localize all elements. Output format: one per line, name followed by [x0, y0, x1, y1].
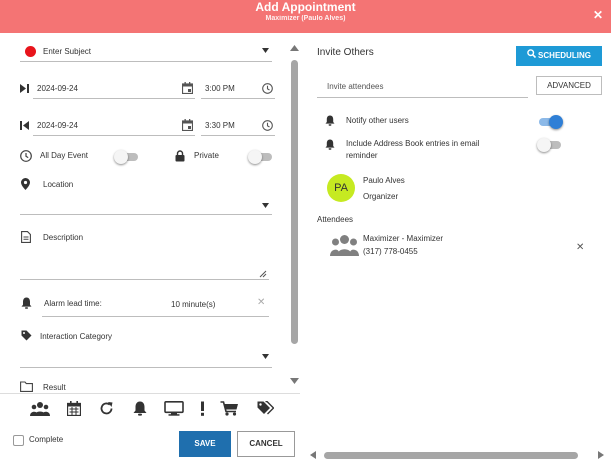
all-day-label: All Day Event — [40, 151, 89, 160]
start-calendar-icon[interactable] — [182, 82, 193, 94]
attendees-heading: Attendees — [317, 215, 354, 224]
lock-icon — [175, 150, 185, 162]
attendees-icon[interactable] — [30, 401, 50, 416]
notify-toggle[interactable] — [539, 115, 563, 129]
alarm-label: Alarm lead time: — [44, 299, 102, 308]
priority-icon[interactable] — [200, 401, 205, 416]
private-label: Private — [194, 151, 219, 160]
alarm-clear-icon[interactable]: ✕ — [257, 297, 265, 308]
cart-icon[interactable] — [220, 401, 239, 416]
description-icon — [21, 231, 31, 243]
scheduling-button[interactable]: SCHEDULING — [516, 46, 602, 66]
complete-label: Complete — [29, 435, 64, 444]
dialog-title: Add Appointment — [255, 0, 356, 14]
result-label: Result — [43, 383, 66, 392]
remove-attendee-icon[interactable]: ✕ — [576, 242, 584, 253]
location-pin-icon — [21, 178, 30, 190]
private-toggle[interactable] — [248, 150, 272, 164]
tag-icon — [21, 330, 32, 341]
tags-icon[interactable] — [257, 401, 274, 416]
address-book-bell-icon — [325, 139, 335, 150]
scroll-up-icon[interactable] — [290, 44, 299, 51]
start-icon — [20, 84, 29, 93]
invite-attendees-input[interactable]: Invite attendees — [327, 82, 383, 91]
location-dropdown-icon[interactable] — [262, 203, 269, 208]
subject-color-dot[interactable] — [25, 46, 36, 57]
end-date-field[interactable]: 2024-09-24 — [37, 121, 78, 130]
scroll-left-icon[interactable] — [310, 451, 316, 459]
cancel-button[interactable]: CANCEL — [237, 431, 295, 457]
folder-icon — [20, 381, 33, 392]
notify-label: Notify other users — [346, 116, 409, 125]
attendee-name: Maximizer - Maximizer — [363, 234, 443, 243]
all-day-toggle[interactable] — [114, 150, 138, 164]
alarm-value[interactable]: 10 minute(s) — [171, 300, 215, 309]
subject-dropdown-icon[interactable] — [262, 48, 269, 53]
interaction-category-label: Interaction Category — [40, 332, 113, 341]
left-scrollbar[interactable] — [289, 44, 299, 389]
organizer-avatar: PA — [327, 174, 355, 202]
organizer-name: Paulo Alves — [363, 176, 405, 185]
end-time-field[interactable]: 3:30 PM — [205, 121, 235, 130]
dialog-titlebar: Add Appointment Maximizer (Paulo Alves) … — [0, 0, 611, 33]
scheduling-label: SCHEDULING — [538, 51, 591, 61]
organizer-role: Organizer — [363, 192, 399, 201]
dialog-subtitle: Maximizer (Paulo Alves) — [265, 15, 346, 22]
notify-bell-icon — [325, 115, 335, 126]
complete-checkbox[interactable] — [13, 435, 24, 446]
monitor-icon[interactable] — [164, 401, 184, 416]
address-book-toggle[interactable] — [537, 138, 561, 152]
calendar-icon[interactable] — [67, 401, 81, 416]
address-book-label-line2: reminder — [346, 151, 378, 160]
interaction-dropdown-icon[interactable] — [262, 354, 269, 359]
clock-icon — [20, 150, 32, 162]
subject-input[interactable]: Enter Subject — [43, 47, 91, 56]
end-clock-icon[interactable] — [262, 120, 273, 131]
end-calendar-icon[interactable] — [182, 119, 193, 131]
start-time-field[interactable]: 3:00 PM — [205, 84, 235, 93]
scroll-right-icon[interactable] — [598, 451, 604, 459]
save-button[interactable]: SAVE — [179, 431, 231, 457]
start-date-field[interactable]: 2024-09-24 — [37, 84, 78, 93]
recurrence-icon[interactable] — [99, 401, 114, 416]
location-label: Location — [43, 180, 74, 189]
invite-others-title: Invite Others — [317, 47, 374, 58]
bottom-toolbar — [0, 393, 300, 423]
scroll-down-icon[interactable] — [290, 378, 299, 385]
alarm-bell-icon — [21, 297, 32, 309]
attendee-group-icon — [330, 235, 359, 256]
description-label: Description — [43, 233, 84, 242]
resize-handle-icon[interactable] — [259, 270, 267, 278]
close-icon[interactable]: ✕ — [593, 9, 603, 21]
advanced-button[interactable]: ADVANCED — [536, 76, 602, 95]
search-icon — [527, 46, 537, 66]
address-book-label-line1: Include Address Book entries in email — [346, 139, 480, 148]
alarm-bell-toolbar-icon[interactable] — [133, 401, 147, 416]
attendee-phone: (317) 778-0455 — [363, 247, 418, 256]
end-icon — [20, 121, 29, 130]
right-horizontal-scrollbar[interactable] — [310, 449, 606, 461]
start-clock-icon[interactable] — [262, 83, 273, 94]
